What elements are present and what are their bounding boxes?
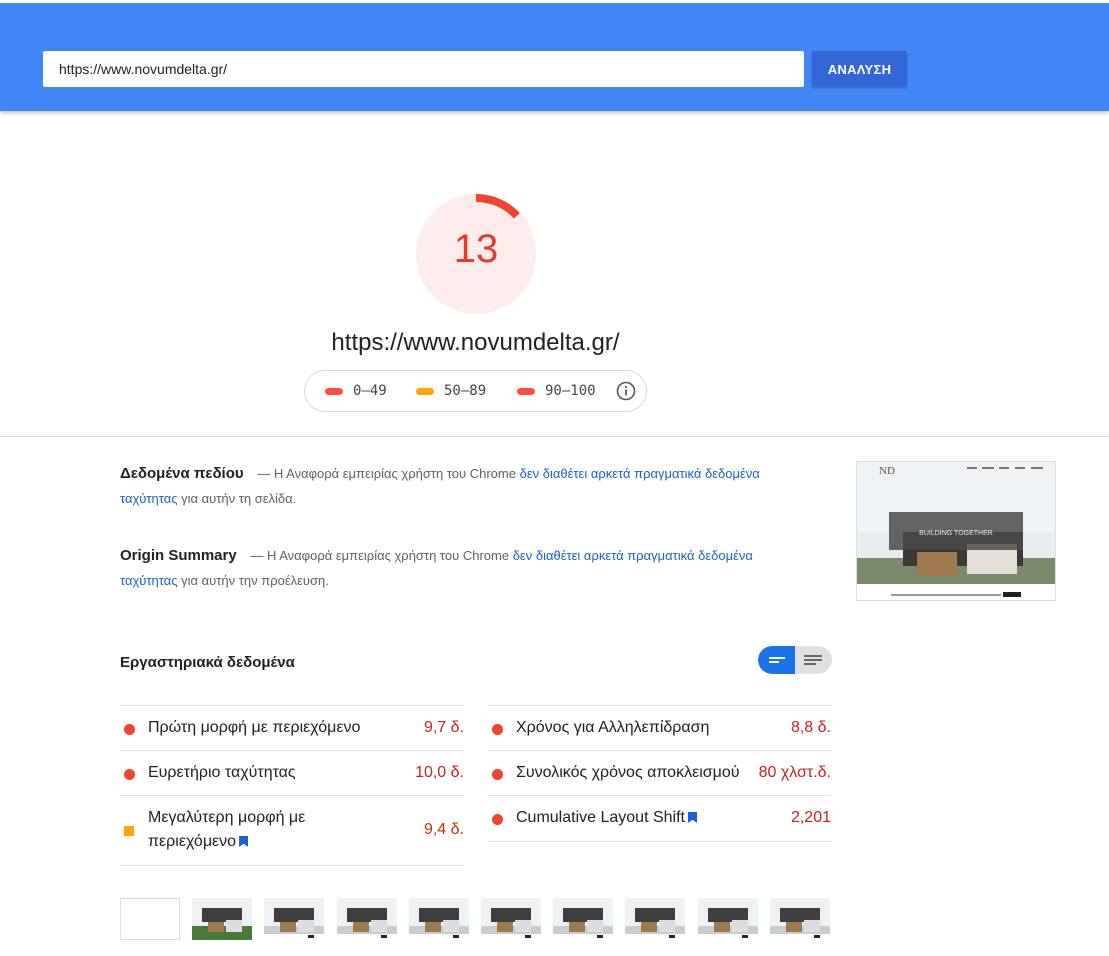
metric-tti-label: Χρόνος για Αλληλεπίδραση bbox=[516, 719, 710, 736]
filmstrip-frame bbox=[697, 898, 758, 940]
metric-lcp-label-line2: περιεχόμενο bbox=[148, 833, 237, 850]
origin-summary-suffix: για αυτήν την προέλευση. bbox=[181, 573, 329, 588]
core-web-vital-bookmark-icon bbox=[687, 812, 697, 823]
field-data-intro: — Η Αναφορά εμπειρίας χρήστη του Chrome bbox=[257, 466, 516, 481]
legend-average-swatch bbox=[416, 387, 434, 395]
legend-fail-label: 0–49 bbox=[353, 383, 387, 399]
metric-lcp-label-line2-wrap: περιεχόμενο bbox=[148, 830, 249, 854]
fail-indicator-icon bbox=[124, 724, 135, 735]
metric-tbt: Συνολικός χρόνος αποκλεισμού 80 χλστ.δ. bbox=[488, 750, 831, 795]
score-legend: 0–49 50–89 90–100 bbox=[304, 370, 647, 412]
metric-speed-index: Ευρετήριο ταχύτητας 10,0 δ. bbox=[120, 750, 464, 795]
origin-summary-title: Origin Summary bbox=[120, 547, 237, 564]
view-toggle[interactable] bbox=[758, 646, 832, 674]
performance-score: 13 bbox=[453, 227, 499, 271]
thumb-logo: ND bbox=[879, 465, 895, 477]
top-bar: ΑΝΑΛΥΣΗ bbox=[0, 3, 1109, 111]
legend-average-label: 50–89 bbox=[444, 383, 487, 399]
filmstrip-frame bbox=[553, 898, 614, 940]
filmstrip-frame bbox=[264, 898, 325, 940]
fail-indicator-icon bbox=[492, 724, 503, 735]
legend-fail-swatch bbox=[325, 387, 343, 395]
legend-item-average: 50–89 bbox=[416, 383, 486, 399]
metric-tti: Χρόνος για Αλληλεπίδραση 8,8 δ. bbox=[488, 705, 831, 750]
analyze-button[interactable]: ΑΝΑΛΥΣΗ bbox=[812, 51, 907, 87]
legend-item-fail: 0–49 bbox=[325, 383, 387, 399]
metric-fcp: Πρώτη μορφή με περιεχόμενο 9,7 δ. bbox=[120, 705, 464, 750]
filmstrip-frame bbox=[481, 898, 541, 940]
metric-fcp-label: Πρώτη μορφή με περιεχόμενο bbox=[148, 719, 361, 736]
audited-url: https://www.novumdelta.gr/ bbox=[331, 329, 620, 356]
metric-tbt-value: 80 χλστ.δ. bbox=[758, 764, 831, 781]
legend-item-pass: 90–100 bbox=[517, 383, 596, 399]
field-data-suffix: για αυτήν τη σελίδα. bbox=[181, 491, 297, 506]
filmstrip-frame bbox=[408, 898, 469, 940]
origin-summary-intro: — Η Αναφορά εμπειρίας χρήστη του Chrome bbox=[250, 548, 510, 563]
metric-lcp-value: 9,4 δ. bbox=[423, 821, 464, 838]
metric-lcp-label-line1: Μεγαλύτερη μορφή με bbox=[148, 809, 306, 826]
metric-cls-label-wrap: Cumulative Layout Shift bbox=[516, 806, 697, 830]
fail-indicator-icon bbox=[492, 769, 503, 780]
fail-indicator-icon bbox=[492, 814, 503, 825]
toggle-compact-view-button[interactable] bbox=[758, 646, 795, 674]
metric-speed-index-value: 10,0 δ. bbox=[415, 764, 464, 781]
lab-data-title: Εργαστηριακά δεδομένα bbox=[120, 654, 295, 671]
filmstrip-frame-blank bbox=[120, 898, 180, 940]
metric-fcp-value: 9,7 δ. bbox=[423, 719, 464, 736]
metric-tbt-label: Συνολικός χρόνος αποκλεισμού bbox=[516, 764, 740, 781]
metric-lcp: Μεγαλύτερη μορφή με περιεχόμενο 9,4 δ. bbox=[120, 795, 464, 866]
average-indicator-icon bbox=[124, 826, 134, 836]
core-web-vital-bookmark-icon bbox=[239, 836, 249, 847]
filmstrip-frame bbox=[192, 898, 253, 940]
fail-indicator-icon bbox=[124, 769, 135, 780]
field-data-section: Δεδομένα πεδίου — Η Αναφορά εμπειρίας χρ… bbox=[120, 461, 800, 511]
toggle-expanded-view-button[interactable] bbox=[795, 646, 832, 674]
url-input[interactable] bbox=[43, 51, 804, 87]
info-icon[interactable] bbox=[616, 381, 636, 401]
thumb-banner: BUILDING TOGETHER bbox=[919, 530, 993, 537]
metric-tti-value: 8,8 δ. bbox=[790, 719, 831, 736]
filmstrip-frame bbox=[769, 898, 830, 940]
origin-summary-section: Origin Summary — Η Αναφορά εμπειρίας χρή… bbox=[120, 543, 800, 593]
metric-cls-label: Cumulative Layout Shift bbox=[516, 809, 685, 826]
filmstrip-frame bbox=[336, 898, 397, 940]
metric-cls-value: 2,201 bbox=[790, 809, 831, 826]
filmstrip-frame bbox=[625, 898, 686, 940]
legend-pass-swatch bbox=[517, 387, 535, 395]
legend-pass-label: 90–100 bbox=[545, 383, 596, 399]
section-divider bbox=[0, 436, 1109, 437]
field-data-title: Δεδομένα πεδίου bbox=[120, 465, 244, 482]
expanded-view-icon bbox=[804, 655, 822, 665]
metric-cls: Cumulative Layout Shift 2,201 bbox=[488, 795, 831, 842]
metric-speed-index-label: Ευρετήριο ταχύτητας bbox=[148, 764, 296, 781]
compact-view-icon bbox=[769, 657, 785, 663]
final-screenshot: ND BUILDING TOGETHER bbox=[856, 461, 1056, 601]
